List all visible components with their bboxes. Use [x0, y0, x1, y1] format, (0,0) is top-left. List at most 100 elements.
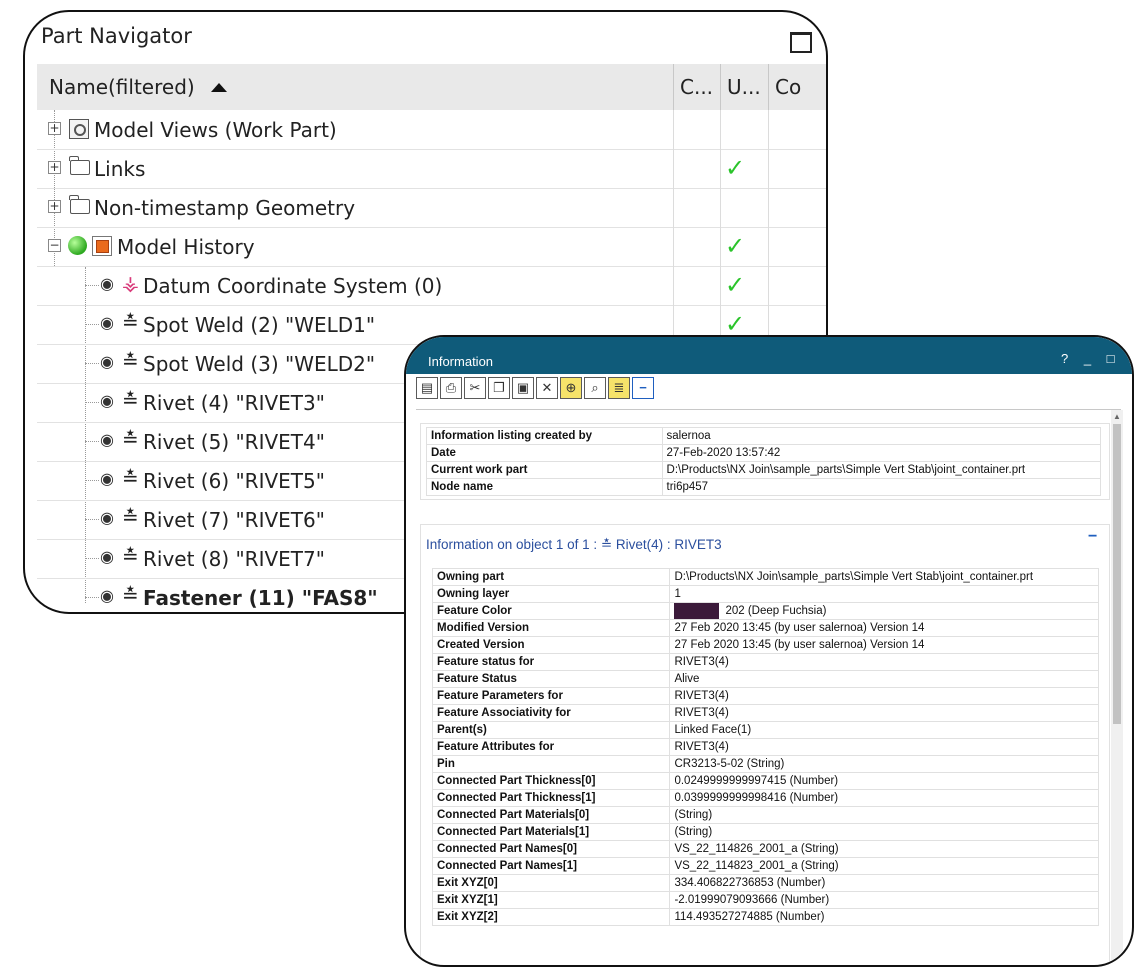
- table-row: Owning part D:\Products\NX Join\sample_pa…: [431, 568, 1099, 586]
- tree-row-non-timestamp-geometry[interactable]: + Non-timestamp Geometry: [37, 188, 826, 228]
- table-row: Pin CR3213-5-02 (String): [431, 755, 1099, 773]
- status-ok-icon: [68, 236, 87, 255]
- table-row: Current work part D:\Products\NX Join\sam…: [426, 461, 1102, 479]
- table-row: Date 27-Feb-2020 13:57:42: [426, 444, 1102, 462]
- collapse-icon[interactable]: −: [48, 239, 61, 252]
- table-row: Exit XYZ[1] -2.01999079093666 (Number): [431, 891, 1099, 909]
- object-details-table: Owning part D:\Products\NX Join\sample_pa…: [431, 568, 1099, 926]
- table-row: Feature Status Alive: [431, 670, 1099, 688]
- sort-ascending-icon: [210, 83, 227, 92]
- table-row: Feature Associativity for RIVET3(4): [431, 704, 1099, 722]
- expand-icon[interactable]: +: [48, 161, 61, 174]
- table-row: Modified Version 27 Feb 2020 13:45 (by us…: [431, 619, 1099, 637]
- model-history-icon: [92, 236, 112, 256]
- delete-icon[interactable]: ✕: [536, 377, 558, 399]
- table-row: Exit XYZ[0] 334.406822736853 (Number): [431, 874, 1099, 892]
- check-icon: ✓: [725, 310, 746, 338]
- column-name-label: Name(filtered): [49, 75, 195, 99]
- tree-row-label: Non-timestamp Geometry: [94, 196, 356, 220]
- scroll-thumb[interactable]: [1113, 424, 1121, 724]
- rivet-feature-icon: ≛: [122, 505, 139, 529]
- table-row: Owning layer 1: [431, 585, 1099, 603]
- table-row: Connected Part Materials[1] (String): [431, 823, 1099, 841]
- tree-row-model-history[interactable]: − Model History ✓: [37, 227, 826, 267]
- model-views-icon: [69, 119, 89, 139]
- tree-row-label: Rivet (4) "RIVET3": [143, 391, 325, 415]
- maximize-icon[interactable]: [790, 32, 812, 53]
- collapse-all-icon[interactable]: −: [632, 377, 654, 399]
- rivet-feature-icon: ≛: [122, 388, 139, 412]
- weld-feature-icon: ≛: [122, 349, 139, 373]
- check-icon: ✓: [725, 232, 746, 260]
- column-header-u[interactable]: U...: [727, 64, 761, 110]
- window-title: Information: [428, 354, 494, 369]
- column-header-c[interactable]: C...: [680, 64, 713, 110]
- expand-icon[interactable]: +: [48, 200, 61, 213]
- find-icon[interactable]: ⌕: [584, 377, 606, 399]
- tree-row-model-views[interactable]: + Model Views (Work Part): [37, 110, 826, 150]
- copy-icon[interactable]: ❐: [488, 377, 510, 399]
- table-row: Node name tri6p457: [426, 478, 1102, 496]
- cut-icon[interactable]: ✂: [464, 377, 486, 399]
- tree-row-label: Datum Coordinate System (0): [143, 274, 443, 298]
- tree-row-label: Fastener (11) "FAS8": [143, 586, 378, 610]
- visibility-eye-icon[interactable]: ◉: [100, 469, 114, 488]
- print-icon[interactable]: ⎙: [440, 377, 462, 399]
- visibility-eye-icon[interactable]: ◉: [100, 547, 114, 566]
- panel-title: Part Navigator: [41, 24, 192, 48]
- table-row: Exit XYZ[2] 114.493527274885 (Number): [431, 908, 1099, 926]
- vertical-scrollbar[interactable]: ▲: [1111, 410, 1123, 965]
- folder-icon: [69, 156, 90, 175]
- tree-row-label: Model Views (Work Part): [94, 118, 337, 142]
- visibility-eye-icon[interactable]: ◉: [100, 352, 114, 371]
- table-row: Connected Part Thickness[1] 0.03999999999…: [431, 789, 1099, 807]
- visibility-eye-icon[interactable]: ◉: [100, 274, 114, 293]
- visibility-eye-icon[interactable]: ◉: [100, 391, 114, 410]
- visibility-eye-icon[interactable]: ◉: [100, 313, 114, 332]
- rivet-feature-icon: ≛: [122, 544, 139, 568]
- information-window: Information ? _ □ ▤ ⎙ ✂ ❐ ▣ ✕ ⊕ ⌕ ≣ − ▲ …: [404, 335, 1134, 967]
- tree-row-links[interactable]: + Links ✓: [37, 149, 826, 189]
- tree-row-label: Rivet (5) "RIVET4": [143, 430, 325, 454]
- table-row: Connected Part Names[0] VS_22_114826_2001…: [431, 840, 1099, 858]
- info-content: ▲ Information listing created by salernoa…: [416, 409, 1123, 965]
- column-header-co[interactable]: Co: [775, 64, 801, 110]
- visibility-eye-icon[interactable]: ◉: [100, 508, 114, 527]
- column-header-row: Name(filtered) C... U... Co: [37, 64, 826, 110]
- table-row: Feature Attributes for RIVET3(4): [431, 738, 1099, 756]
- window-controls[interactable]: ? _ □: [1061, 351, 1121, 366]
- table-row: Feature Parameters for RIVET3(4): [431, 687, 1099, 705]
- paste-icon[interactable]: ▣: [512, 377, 534, 399]
- folder-icon: [69, 195, 90, 214]
- collapse-section-icon[interactable]: −: [1088, 528, 1097, 546]
- tree-row-label: Rivet (8) "RIVET7": [143, 547, 325, 571]
- datum-csys-icon: ⚶: [122, 271, 139, 295]
- save-icon[interactable]: ▤: [416, 377, 438, 399]
- list-view-icon[interactable]: ≣: [608, 377, 630, 399]
- table-row: Parent(s) Linked Face(1): [431, 721, 1099, 739]
- check-icon: ✓: [725, 154, 746, 182]
- column-header-name[interactable]: Name(filtered): [49, 64, 227, 110]
- table-row: Information listing created by salernoa: [426, 427, 1102, 445]
- tree-row-label: Spot Weld (2) "WELD1": [143, 313, 376, 337]
- expand-icon[interactable]: +: [48, 122, 61, 135]
- check-icon: ✓: [725, 271, 746, 299]
- window-titlebar[interactable]: Information ? _ □: [406, 337, 1132, 374]
- rivet-feature-icon: ≛: [122, 466, 139, 490]
- table-row: Connected Part Materials[0] (String): [431, 806, 1099, 824]
- table-row: Feature status for RIVET3(4): [431, 653, 1099, 671]
- tree-row-datum-coordinate-system[interactable]: ◉ ⚶ Datum Coordinate System (0) ✓: [37, 266, 826, 306]
- listing-summary-table: Information listing created by salernoa D…: [426, 427, 1102, 496]
- fastener-feature-icon: ≛: [122, 583, 139, 607]
- select-object-icon[interactable]: ⊕: [560, 377, 582, 399]
- table-row: Connected Part Names[1] VS_22_114823_2001…: [431, 857, 1099, 875]
- visibility-eye-icon[interactable]: ◉: [100, 586, 114, 605]
- visibility-eye-icon[interactable]: ◉: [100, 430, 114, 449]
- weld-feature-icon: ≛: [122, 310, 139, 334]
- scroll-up-icon[interactable]: ▲: [1113, 412, 1121, 421]
- tree-row-label: Rivet (7) "RIVET6": [143, 508, 325, 532]
- tree-row-label: Links: [94, 157, 146, 181]
- tree-row-label: Model History: [117, 235, 255, 259]
- object-info-heading[interactable]: Information on object 1 of 1 : ≛ Rivet(4…: [426, 537, 722, 553]
- table-row: Connected Part Thickness[0] 0.02499999999…: [431, 772, 1099, 790]
